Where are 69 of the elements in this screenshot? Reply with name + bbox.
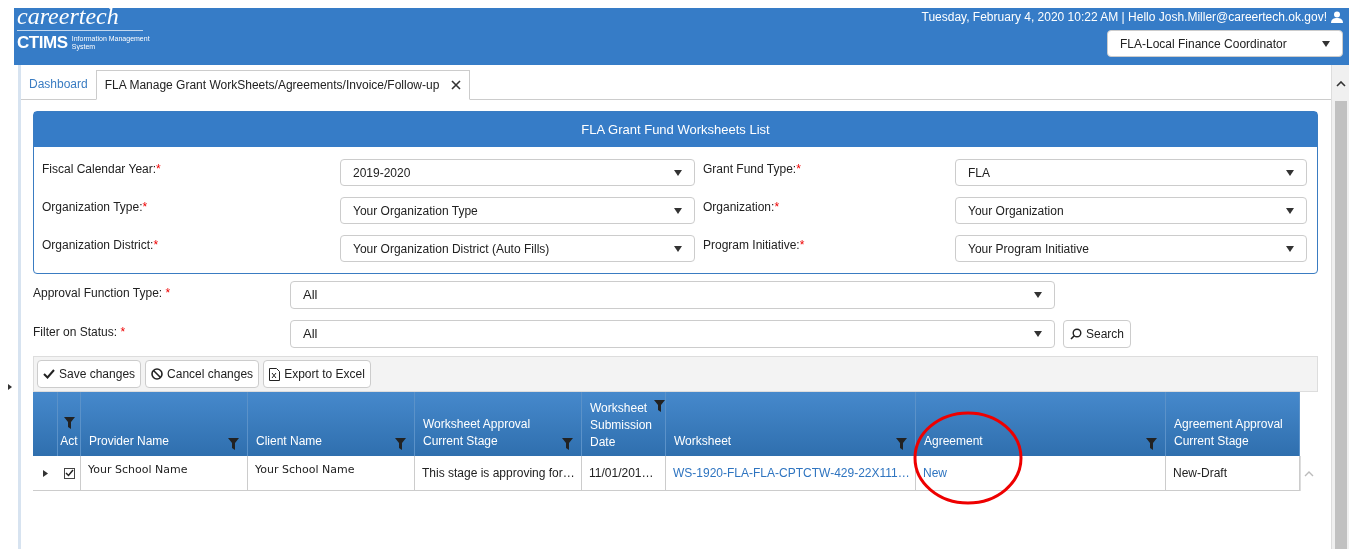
toolbar-button[interactable]: Cancel changes xyxy=(145,360,260,388)
toolbar-button[interactable]: Export to Excel xyxy=(263,360,371,388)
field-label: Fiscal Calendar Year:* xyxy=(42,161,162,178)
expand-row-icon[interactable] xyxy=(42,469,49,477)
filter-icon[interactable] xyxy=(896,438,907,450)
check-icon xyxy=(43,369,55,379)
select-field[interactable]: Your Program Initiative xyxy=(955,235,1307,262)
caret-icon xyxy=(674,245,682,252)
filter-icon[interactable] xyxy=(63,417,75,429)
search-button[interactable]: Search xyxy=(1063,320,1132,348)
column-header[interactable]: Act xyxy=(58,392,81,456)
scrollbar[interactable] xyxy=(1331,65,1349,549)
acronym-logo-text: CTIMS xyxy=(17,34,68,51)
caret-icon xyxy=(1034,292,1042,298)
panel-title: FLA Grant Fund Worksheets List xyxy=(34,112,1317,147)
table-cell-text: 11/01/201… xyxy=(589,465,654,482)
row-checkbox[interactable] xyxy=(63,467,75,479)
table-cell-text: This stage is approving for… xyxy=(422,465,575,482)
caret-icon xyxy=(1286,169,1294,176)
filter-icon[interactable] xyxy=(654,400,665,412)
table-cell-text: New-Draft xyxy=(1173,465,1227,482)
select-field[interactable]: Your Organization District (Auto Fills) xyxy=(340,235,695,262)
table-cell-text: Your School Name xyxy=(255,462,355,478)
close-icon[interactable] xyxy=(451,80,462,90)
field-label: Program Initiative:* xyxy=(702,237,806,254)
caret-icon xyxy=(1286,207,1294,214)
select-field[interactable]: Your Organization Type xyxy=(340,197,695,224)
filter-icon[interactable] xyxy=(395,438,406,450)
filter-icon[interactable] xyxy=(562,438,573,450)
caret-icon xyxy=(674,169,682,176)
select-field[interactable]: 2019-2020 xyxy=(340,159,695,186)
table-cell-text: Your School Name xyxy=(88,462,188,478)
column-header[interactable]: Agreement xyxy=(916,392,1166,456)
caret-icon xyxy=(1286,245,1294,252)
filter-label: Approval Function Type: * xyxy=(33,285,172,302)
column-header[interactable]: Client Name xyxy=(248,392,415,456)
column-header[interactable]: Provider Name xyxy=(81,392,248,456)
select-field[interactable]: All xyxy=(290,281,1055,309)
column-header[interactable]: Worksheet Approval Current Stage xyxy=(415,392,582,456)
select-field[interactable]: Your Organization xyxy=(955,197,1307,224)
filter-label: Filter on Status: * xyxy=(33,324,127,341)
field-label: Organization District:* xyxy=(42,237,160,254)
toolbar-button[interactable]: Save changes xyxy=(37,360,142,388)
select-field[interactable]: All xyxy=(290,320,1055,348)
caret-icon xyxy=(1034,331,1042,337)
tab[interactable]: FLA Manage Grant WorkSheets/Agreements/Invoice/Follow-up xyxy=(95,70,471,100)
spreadsheet-file-icon xyxy=(269,367,281,381)
greeting-text: Tuesday, February 4, 2020 10:22 AM | Hello Josh.Miller@careertech.ok.gov! xyxy=(921,9,1327,26)
role-select[interactable]: FLA-Local Finance Coordinator xyxy=(1107,30,1343,57)
filter-icon[interactable] xyxy=(1146,438,1157,450)
user-icon[interactable] xyxy=(1331,11,1343,23)
scroll-up-icon[interactable] xyxy=(1335,81,1346,87)
select-field[interactable]: FLA xyxy=(955,159,1307,186)
prohibited-icon xyxy=(151,368,164,380)
table-link[interactable]: WS-1920-FLA-FLA-CPTCTW-429-22X111… xyxy=(673,464,910,482)
search-icon xyxy=(1070,328,1082,340)
filter-icon[interactable] xyxy=(228,438,239,450)
column-header[interactable]: Worksheet xyxy=(666,392,916,456)
field-label: Organization:* xyxy=(702,199,781,216)
table-link[interactable]: New xyxy=(923,464,947,482)
field-label: Organization Type:* xyxy=(42,199,149,216)
caret-icon xyxy=(674,207,682,214)
tab[interactable]: Dashboard xyxy=(21,69,96,99)
brand-logo-text: careertech xyxy=(17,8,143,31)
column-header[interactable]: Agreement Approval Current Stage xyxy=(1166,392,1300,456)
column-header[interactable]: Worksheet Submission Date xyxy=(582,392,666,456)
expand-arrow-icon[interactable] xyxy=(8,384,12,390)
field-label: Grant Fund Type:* xyxy=(702,161,802,178)
caret-icon xyxy=(1322,40,1330,47)
